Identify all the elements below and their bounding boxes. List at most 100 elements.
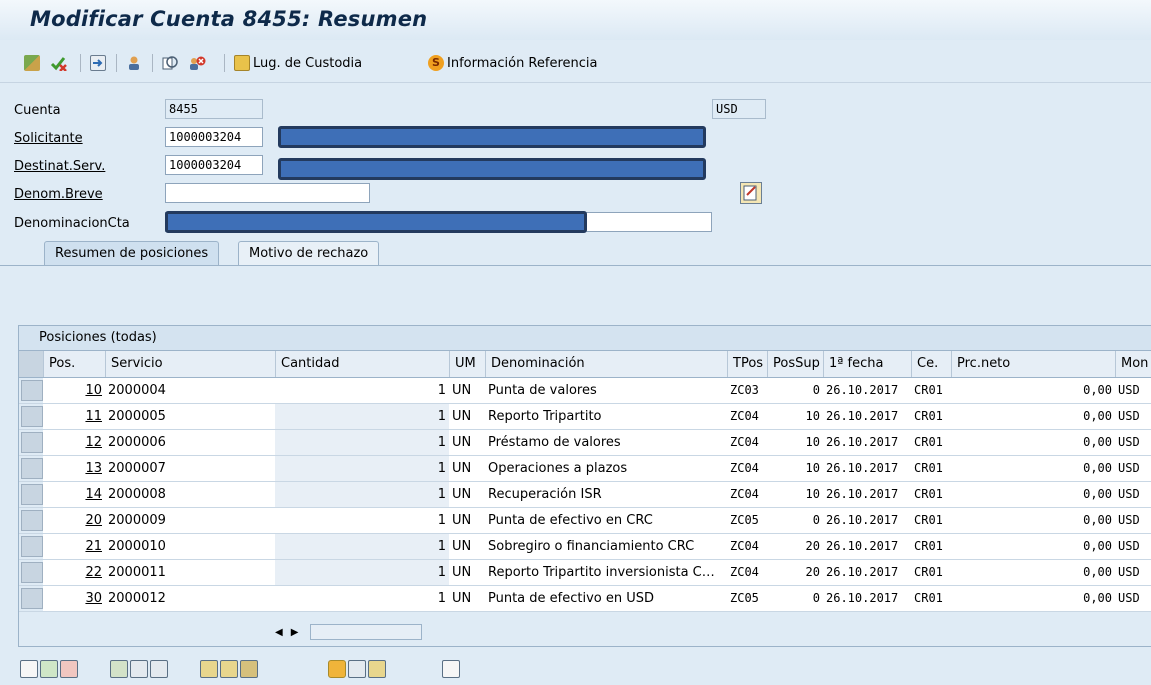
table-row[interactable]: 22 2000011 1 UN Reporto Tripartito inversion… — [19, 560, 1151, 586]
check-button[interactable] — [50, 54, 67, 72]
cell-tpos[interactable]: ZC04 — [727, 534, 767, 559]
cell-possup[interactable]: 10 — [767, 404, 823, 429]
cell-cantidad[interactable]: 1 — [275, 586, 449, 611]
cell-ce[interactable]: CR01 — [911, 560, 951, 585]
config-icon[interactable] — [200, 660, 218, 678]
export-button[interactable] — [90, 54, 106, 72]
cell-possup[interactable]: 0 — [767, 378, 823, 403]
destinatario-field[interactable]: 1000003204 — [165, 155, 263, 175]
cell-tpos[interactable]: ZC04 — [727, 404, 767, 429]
cell-mon[interactable]: USD — [1115, 378, 1151, 403]
cell-ce[interactable]: CR01 — [911, 586, 951, 611]
table-row[interactable]: 30 2000012 1 UN Punta de efectivo en USD ZC05… — [19, 586, 1151, 612]
cell-cantidad[interactable]: 1 — [275, 456, 449, 481]
cell-tpos[interactable]: ZC03 — [727, 378, 767, 403]
cell-ce[interactable]: CR01 — [911, 456, 951, 481]
solicitante-label[interactable]: Solicitante — [14, 131, 83, 146]
document-icon[interactable] — [442, 660, 460, 678]
cell-cantidad[interactable]: 1 — [275, 430, 449, 455]
cell-pos[interactable]: 13 — [43, 456, 105, 481]
cell-um[interactable]: UN — [449, 482, 485, 507]
table-row[interactable]: 14 2000008 1 UN Recuperación ISR ZC04 10 26.10.… — [19, 482, 1151, 508]
chart-icon[interactable] — [240, 660, 258, 678]
row-selector[interactable] — [21, 588, 43, 609]
cell-pos[interactable]: 22 — [43, 560, 105, 585]
cell-ce[interactable]: CR01 — [911, 508, 951, 533]
cell-denominacion[interactable]: Operaciones a plazos — [485, 456, 727, 481]
cell-servicio[interactable]: 2000005 — [105, 404, 275, 429]
cell-servicio[interactable]: 2000008 — [105, 482, 275, 507]
cell-possup[interactable]: 10 — [767, 482, 823, 507]
cell-prc-neto[interactable]: 0,00 — [951, 456, 1115, 481]
destinatario-label[interactable]: Destinat.Serv. — [14, 159, 105, 174]
partner-button[interactable] — [126, 54, 142, 72]
cell-cantidad[interactable]: 1 — [275, 508, 449, 533]
cell-ce[interactable]: CR01 — [911, 404, 951, 429]
delete-row-icon[interactable] — [60, 660, 78, 678]
cell-tpos[interactable]: ZC04 — [727, 430, 767, 455]
horizontal-scrollbar[interactable]: ◀ ▶ — [275, 623, 423, 641]
insert-row-icon[interactable] — [40, 660, 58, 678]
cell-um[interactable]: UN — [449, 534, 485, 559]
move-row-icon[interactable] — [110, 660, 128, 678]
cell-pos[interactable]: 11 — [43, 404, 105, 429]
cell-fecha[interactable]: 26.10.2017 — [823, 456, 911, 481]
cell-possup[interactable]: 10 — [767, 430, 823, 455]
column-header-servicio[interactable]: Servicio — [105, 351, 275, 377]
cell-mon[interactable]: USD — [1115, 508, 1151, 533]
cell-denominacion[interactable]: Reporto Tripartito inversionista C… — [485, 560, 727, 585]
cell-pos[interactable]: 12 — [43, 430, 105, 455]
column-header-mon[interactable]: Mon — [1115, 351, 1151, 377]
cell-possup[interactable]: 0 — [767, 508, 823, 533]
cell-prc-neto[interactable]: 0,00 — [951, 508, 1115, 533]
row-selector[interactable] — [21, 432, 43, 453]
cell-fecha[interactable]: 26.10.2017 — [823, 560, 911, 585]
cell-denominacion[interactable]: Préstamo de valores — [485, 430, 727, 455]
cell-pos[interactable]: 21 — [43, 534, 105, 559]
column-header-denominacion[interactable]: Denominación — [485, 351, 727, 377]
cell-um[interactable]: UN — [449, 404, 485, 429]
cell-ce[interactable]: CR01 — [911, 378, 951, 403]
cell-mon[interactable]: USD — [1115, 586, 1151, 611]
cell-pos[interactable]: 10 — [43, 378, 105, 403]
solicitante-field[interactable]: 1000003204 — [165, 127, 263, 147]
cell-prc-neto[interactable]: 0,00 — [951, 378, 1115, 403]
cell-mon[interactable]: USD — [1115, 560, 1151, 585]
table-row[interactable]: 10 2000004 1 UN Punta de valores ZC03 0 26.10.2… — [19, 378, 1151, 404]
cell-um[interactable]: UN — [449, 508, 485, 533]
cell-cantidad[interactable]: 1 — [275, 404, 449, 429]
column-header-cantidad[interactable]: Cantidad — [275, 351, 449, 377]
cell-prc-neto[interactable]: 0,00 — [951, 482, 1115, 507]
column-header-ce[interactable]: Ce. — [911, 351, 951, 377]
cell-cantidad[interactable]: 1 — [275, 534, 449, 559]
cell-fecha[interactable]: 26.10.2017 — [823, 508, 911, 533]
layout-icon[interactable] — [220, 660, 238, 678]
sort-rows-icon[interactable] — [130, 660, 148, 678]
row-selector[interactable] — [21, 562, 43, 583]
cell-denominacion[interactable]: Punta de valores — [485, 378, 727, 403]
cell-mon[interactable]: USD — [1115, 482, 1151, 507]
table-row[interactable]: 12 2000006 1 UN Préstamo de valores ZC04 10 26.… — [19, 430, 1151, 456]
row-selector[interactable] — [21, 536, 43, 557]
long-text-button[interactable] — [740, 182, 762, 204]
cell-prc-neto[interactable]: 0,00 — [951, 560, 1115, 585]
cell-tpos[interactable]: ZC04 — [727, 456, 767, 481]
denom-breve-label[interactable]: Denom.Breve — [14, 187, 103, 202]
cell-servicio[interactable]: 2000012 — [105, 586, 275, 611]
filter-rows-icon[interactable] — [150, 660, 168, 678]
cell-um[interactable]: UN — [449, 378, 485, 403]
cell-fecha[interactable]: 26.10.2017 — [823, 534, 911, 559]
info-referencia-button[interactable]: S Información Referencia — [428, 54, 597, 72]
cell-ce[interactable]: CR01 — [911, 430, 951, 455]
cell-fecha[interactable]: 26.10.2017 — [823, 482, 911, 507]
tab-motivo-rechazo[interactable]: Motivo de rechazo — [238, 241, 380, 265]
cell-fecha[interactable]: 26.10.2017 — [823, 378, 911, 403]
cell-um[interactable]: UN — [449, 430, 485, 455]
cell-mon[interactable]: USD — [1115, 456, 1151, 481]
cell-servicio[interactable]: 2000010 — [105, 534, 275, 559]
cell-pos[interactable]: 30 — [43, 586, 105, 611]
cell-tpos[interactable]: ZC05 — [727, 508, 767, 533]
cell-prc-neto[interactable]: 0,00 — [951, 586, 1115, 611]
column-header-prc-neto[interactable]: Prc.neto — [951, 351, 1115, 377]
cell-um[interactable]: UN — [449, 456, 485, 481]
